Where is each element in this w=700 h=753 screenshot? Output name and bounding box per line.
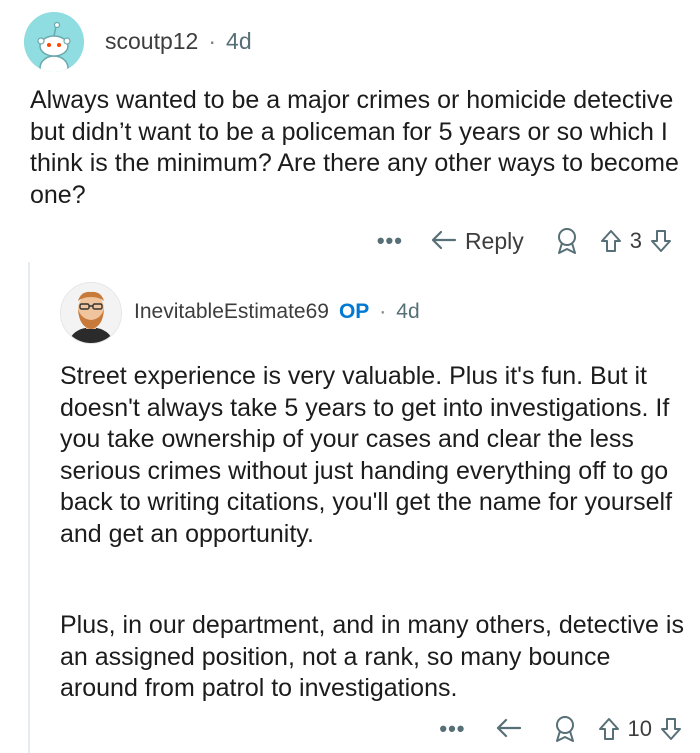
reply-button[interactable]: Reply	[431, 228, 524, 255]
vote-score: 3	[629, 228, 642, 253]
snoo-avatar-icon	[24, 12, 84, 72]
reply-meta: InevitableEstimate69 OP · 4d	[134, 300, 420, 324]
award-icon[interactable]	[552, 715, 578, 743]
thread-line[interactable]	[28, 262, 30, 753]
award-icon[interactable]	[554, 227, 580, 255]
avatar[interactable]	[24, 12, 84, 72]
reply-avatar[interactable]	[60, 282, 122, 344]
meta-separator: ·	[379, 300, 387, 323]
downvote-icon[interactable]	[650, 229, 672, 253]
op-badge: OP	[338, 300, 370, 323]
reply-arrow-icon[interactable]	[496, 718, 522, 740]
reply-label: Reply	[464, 227, 524, 254]
upvote-icon[interactable]	[600, 229, 622, 253]
reply-actions: ••• 10	[439, 712, 682, 746]
comment-meta: scoutp12 · 4d	[105, 28, 252, 55]
vote-score: 10	[627, 716, 652, 741]
reply-paragraph: Plus, in our department, and in many oth…	[60, 611, 684, 702]
timestamp[interactable]: 4d	[226, 28, 252, 55]
bearded-avatar-icon	[61, 283, 121, 343]
reply-timestamp[interactable]: 4d	[396, 300, 419, 324]
meta-separator: ·	[208, 28, 217, 54]
upvote-icon[interactable]	[598, 717, 620, 741]
username[interactable]: scoutp12	[105, 28, 198, 55]
reply-username[interactable]: InevitableEstimate69	[134, 300, 329, 324]
more-options-button[interactable]: •••	[439, 716, 465, 742]
comment-body: Always wanted to be a major crimes or ho…	[30, 86, 679, 209]
downvote-icon[interactable]	[660, 717, 682, 741]
comment: scoutp12 · 4d Always wanted to be a majo…	[0, 0, 700, 260]
more-options-button[interactable]: •••	[377, 228, 403, 254]
reply-paragraph: Street experience is very valuable. Plus…	[60, 362, 673, 548]
reply-arrow-icon	[431, 230, 457, 252]
vote-controls: 3	[600, 228, 672, 254]
comment-actions: ••• Reply 3	[377, 224, 672, 258]
vote-controls: 10	[598, 716, 682, 742]
